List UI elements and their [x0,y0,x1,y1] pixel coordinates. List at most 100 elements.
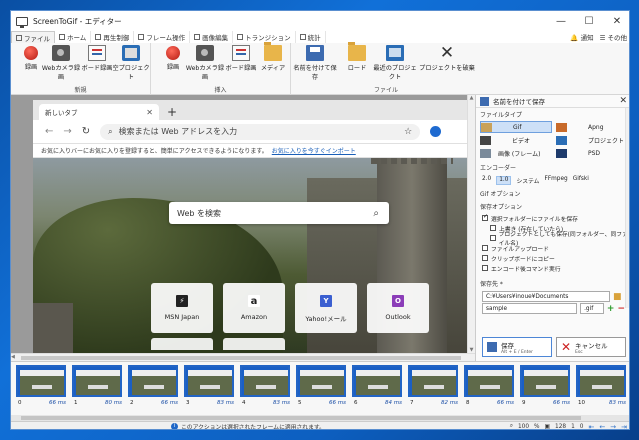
encoder-gifski[interactable]: Gifski [573,176,589,185]
insert-media-button[interactable]: メディア [253,42,293,72]
option-command[interactable]: エンコード後コマンド実行 [476,263,629,273]
encoder-2[interactable]: 2.0 [482,176,491,185]
encoder-ffmpeg[interactable]: FFmpeg [544,176,567,185]
maximize-button[interactable]: ☐ [575,11,603,31]
frame-thumbnail[interactable]: 1 80 ms [72,365,124,409]
button-label: 録画 [24,64,38,71]
option-label: 選択フォルダーにファイルを保存 [491,216,578,223]
destination-field[interactable]: C:¥Users¥inoue¥Documents [482,291,610,302]
add-icon[interactable]: + [607,304,615,314]
frame-delay: 84 ms [385,400,402,406]
remove-icon[interactable]: − [617,304,625,314]
tab-frames[interactable]: フレーム操作 [134,31,191,43]
frame-thumbnail[interactable]: 0 66 ms [16,365,68,409]
checkbox[interactable] [482,213,488,221]
last-frame-icon[interactable]: ⇥ [621,423,627,430]
minimize-button[interactable]: — [547,11,575,31]
frame-image [576,365,626,397]
play-icon [95,34,102,40]
cancel-button[interactable]: ✕ キャンセル Esc [556,337,626,357]
filetype-label: 画像 (フレーム) [498,150,541,158]
filetype-images[interactable]: 画像 (フレーム) [480,147,552,159]
frame-thumbnail[interactable]: 7 82 ms [408,365,460,409]
option-save-project[interactable]: プロジェクトとしても保存(同フォルダー、同ファイル名) [476,232,629,247]
checkbox[interactable] [482,255,488,261]
first-frame-icon[interactable]: ⇤ [589,423,595,430]
option-save-to-folder[interactable]: 選択フォルダーにファイルを保存 [476,213,629,223]
tab-home[interactable]: ホーム [55,31,92,43]
filetype-project[interactable]: プロジェクト [556,134,626,146]
encoder-options: 2.0 1.0 システム FFmpeg Gifski [476,174,629,187]
frame-thumbnail[interactable]: 9 66 ms [520,365,572,409]
board-icon [88,45,106,61]
group-label: ファイル [373,87,398,94]
filetype-apng[interactable]: Apng [556,121,626,133]
tab-label: ファイル [24,34,50,43]
save-icon [487,342,497,352]
next-frame-icon[interactable]: → [610,423,616,430]
checkbox[interactable] [490,235,496,241]
video-icon [480,135,491,145]
tab-file[interactable]: ファイル [11,31,55,43]
apng-icon [556,122,567,132]
yahoo-icon: Y [320,295,332,307]
save-as-button[interactable]: 名前を付けて保存 [291,45,339,81]
recent-projects-button[interactable]: 最近のプロジェクト [371,45,419,81]
notification-button[interactable]: 🔔 通知 [570,32,593,42]
frame-thumbnail[interactable]: 2 66 ms [128,365,180,409]
info-icon: i [171,423,178,429]
scroll-thumb[interactable] [21,416,581,420]
filetype-gif[interactable]: Gif [480,121,552,133]
zoom-value[interactable]: 100 [518,424,529,430]
filetype-video[interactable]: ビデオ [480,134,552,146]
quick-links: ⚡ MSN Japan a Amazon Y Yahoo!メール O Outlook [151,283,429,333]
gif-options-label[interactable]: Gif オプション [476,187,629,200]
save-button[interactable]: 保存 Alt + E / Enter [482,337,552,357]
discard-project-button[interactable]: ✕ プロジェクトを破棄 [419,45,475,73]
checkbox[interactable] [482,245,488,251]
tab-statistics[interactable]: 統計 [296,31,326,43]
preview-vertical-scrollbar[interactable]: ▲ ▼ [467,95,475,353]
tab-playback[interactable]: 再生制御 [91,31,135,43]
filename-field[interactable]: sample [482,303,578,314]
home-icon [59,34,65,40]
frame-image [352,365,402,397]
zoom-icon[interactable]: ⌕ [510,423,513,429]
new-tab-icon: + [167,105,178,119]
encoder-label: エンコーダー [480,165,517,172]
scroll-left-icon[interactable]: ◀ [11,354,15,360]
scroll-thumb[interactable] [21,356,461,360]
frame-thumbnail[interactable]: 3 83 ms [184,365,236,409]
option-clipboard[interactable]: クリップボードにコピー [476,253,629,263]
other-button[interactable]: ☰ その他 [600,32,627,42]
frame-thumbnail[interactable]: 6 84 ms [352,365,404,409]
close-button[interactable]: ✕ [603,11,629,31]
frame-thumbnail[interactable]: 4 83 ms [240,365,292,409]
folder-icon[interactable]: ■ [613,292,622,302]
checkbox[interactable] [490,225,496,231]
save-shortcut: Alt + E / Enter [501,349,534,355]
favorites-text: お気に入りバーにお気に入りを登録すると、簡単にアクセスできるようになります。 [41,148,268,155]
insert-webcam-button[interactable]: Webカメラ録画 [185,45,225,81]
new-project-button[interactable]: 空プロジェクト [111,45,151,81]
previous-frame-icon[interactable]: ← [599,423,605,430]
save-options-label: 保存オプション [480,204,523,211]
encoder-system[interactable]: システム [516,176,539,185]
checkbox[interactable] [482,265,488,271]
button-label: 最近のプロジェクト [373,65,417,81]
other-label: その他 [607,34,628,42]
ribbon-tabs: ファイル ホーム 再生制御 フレーム操作 画像編集 トランジション 統計 🔔 通… [11,31,629,43]
preview-horizontal-scrollbar[interactable]: ◀ [11,353,475,361]
frame-thumbnail[interactable]: 10 83 ms [576,365,628,409]
encoder-1[interactable]: 1.0 [496,176,512,185]
new-webcam-button[interactable]: Webカメラ録画 [41,45,81,81]
button-label: 録画 [166,64,180,71]
destination-label: 保存先 * [480,281,503,288]
extension-select[interactable]: .gif [580,303,604,314]
tab-image[interactable]: 画像編集 [190,31,234,43]
frame-thumbnail[interactable]: 8 66 ms [464,365,516,409]
frame-thumbnail[interactable]: 5 66 ms [296,365,348,409]
close-icon[interactable]: ✕ [619,96,627,106]
filetype-psd[interactable]: PSD [556,147,626,159]
scroll-up-icon[interactable]: ▲ [468,95,475,101]
